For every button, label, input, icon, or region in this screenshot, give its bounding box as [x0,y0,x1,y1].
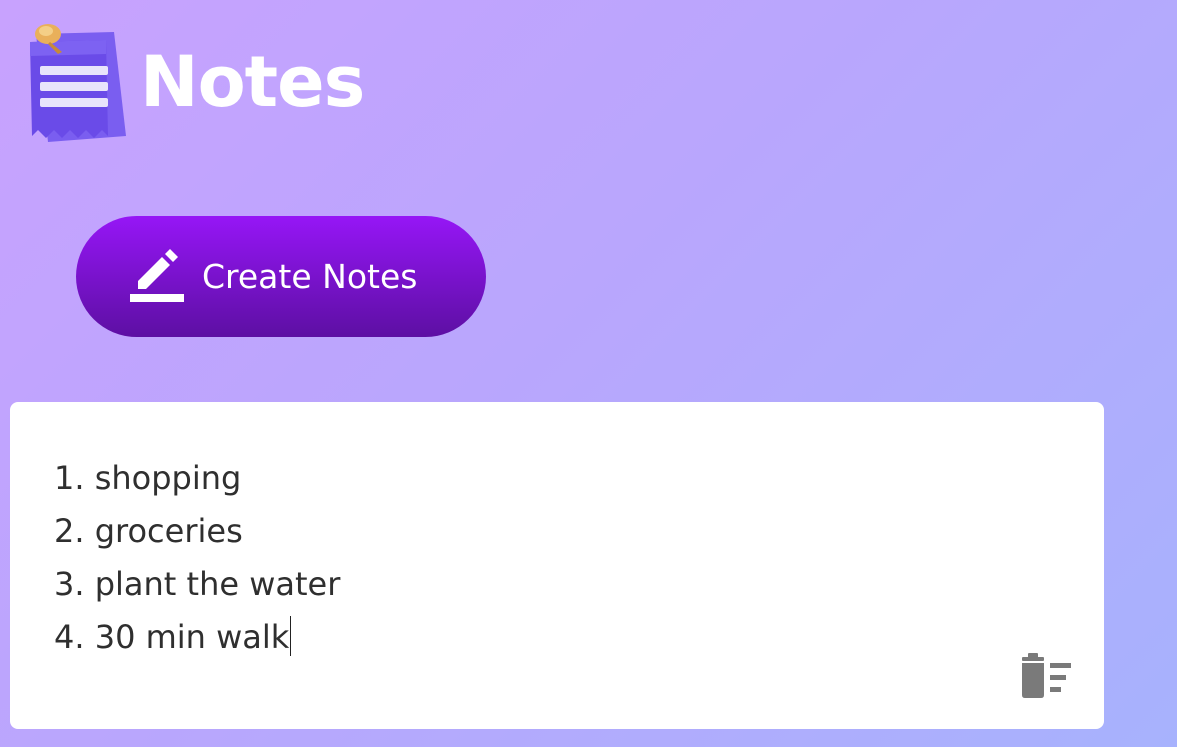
note-textarea[interactable]: 1. shopping 2. groceries 3. plant the wa… [54,452,1044,664]
note-line: 1. shopping [54,459,242,497]
note-line-last: 4. 30 min walk [54,611,1044,664]
note-line-text: 4. 30 min walk [54,618,290,656]
note-line: 3. plant the water [54,565,341,603]
delete-sweep-icon [1016,653,1072,703]
create-notes-button[interactable]: Create Notes [76,216,486,337]
delete-note-button[interactable] [1016,653,1072,703]
edit-pencil-icon [128,248,186,305]
note-card: 1. shopping 2. groceries 3. plant the wa… [10,402,1104,729]
text-caret [290,616,292,656]
page-title: Notes [140,41,365,123]
notepad-pin-icon [22,24,134,148]
note-line: 2. groceries [54,512,243,550]
create-notes-label: Create Notes [202,257,418,296]
app-header: Notes [22,24,365,148]
